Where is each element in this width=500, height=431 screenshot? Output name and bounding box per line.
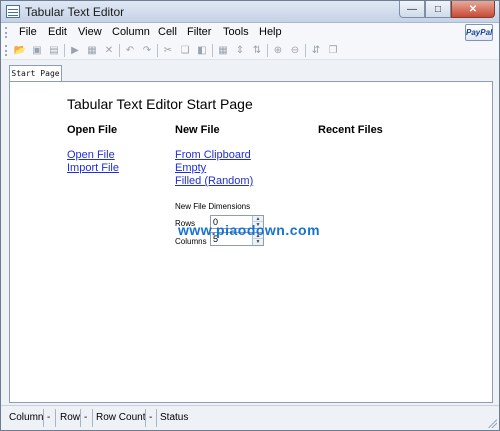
cut-icon[interactable]: ✂	[161, 43, 175, 57]
maximize-icon: □	[434, 3, 442, 15]
import-file-link[interactable]: Import File	[67, 162, 119, 174]
toolbar-separator	[157, 44, 158, 57]
insert-row-icon[interactable]: ▶	[68, 43, 82, 57]
sort-compress-icon[interactable]: ⇅	[250, 43, 264, 57]
sort-az-icon[interactable]: ⇵	[309, 43, 323, 57]
document-icon[interactable]: ▤	[47, 43, 61, 57]
toolbar-grip	[5, 45, 7, 56]
start-page-title: Tabular Text Editor Start Page	[67, 96, 253, 112]
paste-icon[interactable]: ◧	[195, 43, 209, 57]
app-icon	[6, 5, 20, 18]
menu-edit[interactable]: Edit	[48, 26, 67, 38]
new-file-heading: New File	[175, 124, 220, 136]
paypal-button[interactable]: PayPal	[465, 24, 493, 41]
status-column-label: Column	[9, 412, 44, 423]
toolbar-separator	[212, 44, 213, 57]
close-button[interactable]: ✕	[451, 1, 495, 18]
menu-column[interactable]: Column	[112, 26, 150, 38]
menu-help[interactable]: Help	[259, 26, 282, 38]
watermark: www.piaodown.com	[178, 222, 321, 238]
empty-link[interactable]: Empty	[175, 162, 206, 174]
copy-icon[interactable]: ❏	[178, 43, 192, 57]
open-file-heading: Open File	[67, 124, 118, 136]
tab-strip: Start Page	[1, 61, 499, 82]
save-icon[interactable]: ▣	[30, 43, 44, 57]
toolbar-separator	[267, 44, 268, 57]
status-row-label: Row	[60, 412, 81, 423]
open-file-link[interactable]: Open File	[67, 149, 115, 161]
window-title: Tabular Text Editor	[25, 5, 125, 19]
columns-label: Columns	[175, 237, 207, 246]
open-folder-icon[interactable]: 📂	[13, 43, 27, 57]
status-separator	[145, 409, 146, 427]
menu-bar: File Edit View Column Cell Filter Tools …	[1, 23, 499, 41]
insert-column-icon[interactable]: ▦	[85, 43, 99, 57]
redo-icon[interactable]: ↷	[140, 43, 154, 57]
menu-filter[interactable]: Filter	[187, 26, 211, 38]
recent-files-heading: Recent Files	[318, 124, 383, 136]
status-column-value: -	[47, 412, 51, 423]
toolbar: 📂 ▣ ▤ ▶ ▦ ✕ ↶ ↷ ✂ ❏ ◧ ▦ ⇕ ⇅ ⊕ ⊖ ⇵ ❐	[1, 41, 499, 60]
document-copy-icon[interactable]: ❐	[326, 43, 340, 57]
minimize-icon: —	[407, 3, 417, 15]
delete-icon[interactable]: ✕	[102, 43, 116, 57]
table-icon[interactable]: ▦	[216, 43, 230, 57]
app-window: Tabular Text Editor — □ ✕ File Edit View…	[0, 0, 500, 431]
status-separator	[55, 409, 56, 427]
tab-start-page[interactable]: Start Page	[9, 65, 62, 82]
zoom-out-icon[interactable]: ⊖	[288, 43, 302, 57]
filled-random-link[interactable]: Filled (Random)	[175, 175, 253, 187]
status-separator	[43, 409, 44, 427]
menu-grip	[5, 27, 7, 38]
minimize-button[interactable]: —	[399, 1, 425, 18]
menu-file[interactable]: File	[19, 26, 37, 38]
status-label: Status	[160, 412, 189, 423]
zoom-in-icon[interactable]: ⊕	[271, 43, 285, 57]
start-page-panel: Tabular Text Editor Start Page Open File…	[9, 81, 493, 403]
menu-cell[interactable]: Cell	[158, 26, 177, 38]
menu-view[interactable]: View	[78, 26, 102, 38]
undo-icon[interactable]: ↶	[123, 43, 137, 57]
sort-vertical-icon[interactable]: ⇕	[233, 43, 247, 57]
toolbar-separator	[64, 44, 65, 57]
status-separator	[80, 409, 81, 427]
title-bar[interactable]: Tabular Text Editor — □ ✕	[1, 1, 499, 23]
status-row-count-label: Row Count	[96, 412, 146, 423]
menu-tools[interactable]: Tools	[223, 26, 249, 38]
status-separator	[156, 409, 157, 427]
close-icon: ✕	[468, 3, 478, 15]
maximize-button[interactable]: □	[425, 1, 451, 18]
window-controls: — □ ✕	[399, 1, 495, 19]
status-separator	[92, 409, 93, 427]
from-clipboard-link[interactable]: From Clipboard	[175, 149, 251, 161]
resize-grip[interactable]	[487, 418, 497, 428]
status-bar: Column - Row - Row Count - Status	[1, 405, 499, 430]
toolbar-separator	[119, 44, 120, 57]
new-file-dimensions-label: New File Dimensions	[175, 202, 251, 211]
toolbar-separator	[305, 44, 306, 57]
chevron-down-icon[interactable]: ▼	[253, 239, 263, 245]
status-row-value: -	[84, 412, 88, 423]
status-row-count-value: -	[149, 412, 153, 423]
